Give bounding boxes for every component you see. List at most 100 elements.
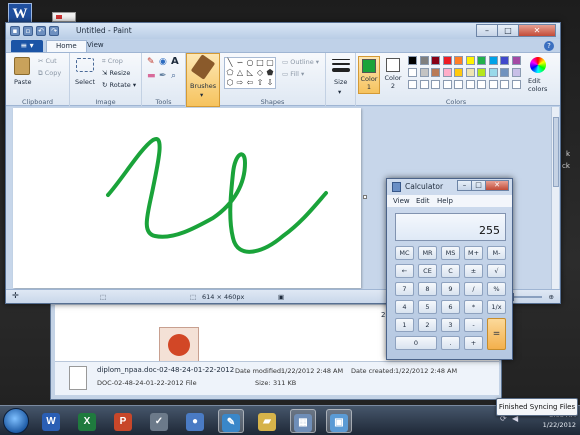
text-tool-icon[interactable]: A	[171, 56, 179, 67]
triangle-shape-icon[interactable]: △	[235, 68, 245, 78]
select-button[interactable]: Select	[75, 78, 95, 86]
key-7[interactable]: 7	[395, 282, 414, 296]
select-icon[interactable]	[76, 58, 94, 72]
color1-button[interactable]: Color 1	[358, 56, 380, 94]
pentagon-shape-icon[interactable]: ⬟	[265, 68, 275, 78]
palette-swatch[interactable]	[500, 80, 509, 89]
copy-button[interactable]: ⧉ Copy	[38, 69, 61, 78]
palette-swatch[interactable]	[465, 80, 475, 89]
key-5[interactable]: 5	[418, 300, 437, 314]
palette-swatch[interactable]	[442, 80, 452, 89]
palette-swatch[interactable]	[419, 68, 429, 77]
menu-edit[interactable]: Edit	[416, 197, 430, 205]
paste-icon[interactable]	[14, 57, 30, 75]
key-2[interactable]: 2	[418, 318, 437, 332]
eraser-icon[interactable]: ▬	[147, 71, 156, 81]
key-multiply[interactable]: *	[464, 300, 483, 314]
key-3[interactable]: 3	[441, 318, 460, 332]
key-4[interactable]: 4	[395, 300, 414, 314]
palette-swatch[interactable]	[408, 80, 417, 89]
key-plus[interactable]: +	[464, 336, 483, 350]
vertical-scrollbar[interactable]	[551, 107, 559, 291]
palette-swatch[interactable]	[442, 68, 452, 77]
key-0[interactable]: 0	[395, 336, 437, 350]
shape-gallery[interactable]: ╲ ∽ ○ □ ▢ ⬠ △ ◺ ◇ ⬟ ⬡ ⇨ ⇦ ⇧ ⇩	[224, 57, 276, 89]
key-ms[interactable]: MS	[441, 246, 460, 260]
key-minus[interactable]: -	[464, 318, 483, 332]
key-negate[interactable]: ±	[464, 264, 483, 278]
polygon-shape-icon[interactable]: ⬠	[225, 68, 235, 78]
palette-swatch[interactable]	[419, 80, 429, 89]
key-m-[interactable]: M-	[487, 246, 506, 260]
palette-swatch[interactable]	[465, 56, 475, 65]
palette-swatch[interactable]	[431, 68, 440, 77]
taskbar-calculator-button[interactable]: ▦	[290, 409, 316, 433]
key-1[interactable]: 1	[395, 318, 414, 332]
document-desktop-icon[interactable]	[52, 12, 76, 22]
palette-swatch[interactable]	[431, 56, 440, 65]
color-picker-icon[interactable]: ✒	[159, 71, 167, 81]
minimize-button[interactable]: –	[476, 24, 498, 37]
palette-swatch[interactable]	[465, 68, 475, 77]
key-divide[interactable]: /	[464, 282, 483, 296]
palette-swatch[interactable]	[477, 56, 486, 65]
taskbar-media-button[interactable]: ●	[182, 409, 208, 433]
key-8[interactable]: 8	[418, 282, 437, 296]
key-reciprocal[interactable]: 1/x	[487, 300, 506, 314]
palette-swatch[interactable]	[511, 80, 521, 89]
paint-app-icon[interactable]: ▪	[10, 26, 20, 36]
redo-icon[interactable]: ↷	[49, 26, 59, 36]
right-triangle-icon[interactable]: ◺	[245, 68, 255, 78]
calc-minimize-button[interactable]: –	[457, 180, 472, 191]
palette-swatch[interactable]	[431, 80, 440, 89]
size-button[interactable]: Size ▾	[326, 53, 356, 107]
line-shape-icon[interactable]: ╲	[225, 58, 235, 68]
palette-swatch[interactable]	[511, 68, 521, 77]
paint-titlebar[interactable]: ▪ ▫ ↶ ↷ Untitled - Paint – □ ✕	[6, 23, 560, 39]
arrow-right-icon[interactable]: ⇨	[235, 78, 245, 88]
start-button[interactable]	[3, 408, 29, 434]
canvas-resize-handle[interactable]	[363, 195, 367, 199]
clock-date[interactable]: 1/22/2012	[543, 420, 576, 430]
palette-swatch[interactable]	[500, 68, 509, 77]
tab-view[interactable]: View	[78, 40, 113, 52]
key-c[interactable]: C	[441, 264, 460, 278]
arrow-down-icon[interactable]: ⇩	[265, 78, 275, 88]
powerpoint-file-icon[interactable]	[159, 327, 199, 363]
key-backspace[interactable]: ←	[395, 264, 414, 278]
rectangle-shape-icon[interactable]: □	[255, 58, 265, 68]
palette-swatch[interactable]	[442, 56, 452, 65]
arrow-left-icon[interactable]: ⇦	[245, 78, 255, 88]
palette-swatch[interactable]	[454, 68, 463, 77]
taskbar-word-button[interactable]: W	[38, 409, 64, 433]
hexagon-shape-icon[interactable]: ⬡	[225, 78, 235, 88]
undo-icon[interactable]: ↶	[36, 26, 46, 36]
key-m+[interactable]: M+	[464, 246, 483, 260]
rotate-button[interactable]: ↻ Rotate ▾	[102, 81, 136, 89]
palette-swatch[interactable]	[488, 80, 498, 89]
taskbar-explorer-button[interactable]: ▣	[326, 409, 352, 433]
edit-colors-button[interactable]: Edit colors	[528, 77, 554, 93]
outline-button[interactable]: ▭ Outline ▾	[282, 58, 319, 66]
calc-close-button[interactable]: ✕	[485, 180, 509, 191]
key-equals[interactable]: =	[487, 318, 506, 350]
palette-swatch[interactable]	[477, 68, 486, 77]
resize-button[interactable]: ⇲ Resize	[102, 69, 130, 77]
taskbar-paint-button[interactable]: ✎	[218, 409, 244, 433]
palette-swatch[interactable]	[500, 56, 509, 65]
palette-swatch[interactable]	[511, 56, 521, 65]
save-icon[interactable]: ▫	[23, 26, 33, 36]
paste-button[interactable]: Paste	[14, 78, 32, 86]
palette-swatch[interactable]	[408, 56, 417, 65]
taskbar-folder-button[interactable]: ▰	[254, 409, 280, 433]
scrollbar-thumb[interactable]	[553, 117, 559, 187]
palette-swatch[interactable]	[454, 80, 463, 89]
key-percent[interactable]: %	[487, 282, 506, 296]
help-button[interactable]: ?	[544, 41, 554, 51]
key-9[interactable]: 9	[441, 282, 460, 296]
maximize-button[interactable]: □	[497, 24, 519, 37]
diamond-shape-icon[interactable]: ◇	[255, 68, 265, 78]
fill-button[interactable]: ▭ Fill ▾	[282, 70, 304, 78]
palette-swatch[interactable]	[477, 80, 486, 89]
key-mc[interactable]: MC	[395, 246, 414, 260]
